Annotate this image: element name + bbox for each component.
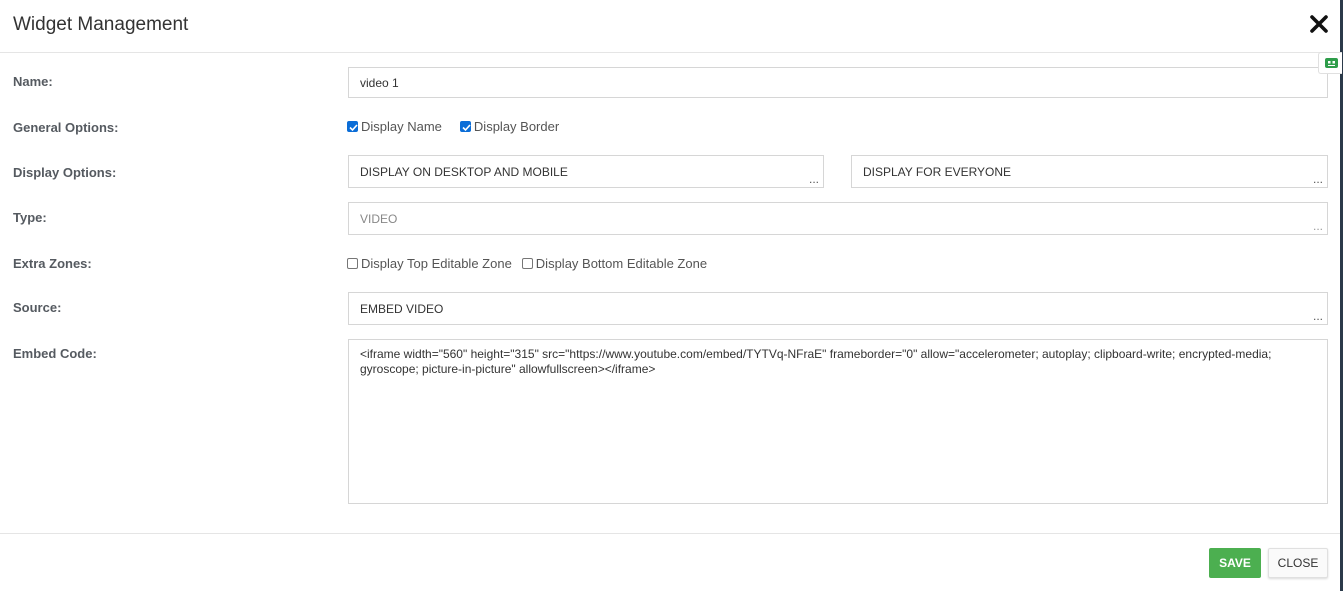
source-value: EMBED VIDEO — [360, 301, 444, 316]
extra-zones-label: Extra Zones: — [13, 256, 92, 271]
type-picker-button[interactable]: ... — [1313, 220, 1323, 232]
close-icon[interactable] — [1308, 13, 1330, 35]
device-display-picker-button[interactable]: ... — [809, 173, 819, 185]
embed-code-label: Embed Code: — [13, 346, 97, 361]
name-input[interactable]: video 1 — [348, 67, 1328, 98]
general-options-label: General Options: — [13, 120, 119, 135]
audience-display-select[interactable]: DISPLAY FOR EVERYONE ... — [851, 155, 1328, 188]
source-label: Source: — [13, 300, 62, 315]
source-select[interactable]: EMBED VIDEO ... — [348, 292, 1328, 325]
source-picker-button[interactable]: ... — [1313, 310, 1323, 322]
footer-divider — [0, 533, 1340, 534]
type-value: VIDEO — [360, 211, 398, 226]
general-options-group: Display Name Display Border — [347, 119, 569, 134]
extra-zones-group: Display Top Editable Zone Display Bottom… — [347, 256, 717, 271]
embed-code-textarea[interactable]: <iframe width="560" height="315" src="ht… — [348, 339, 1328, 504]
display-name-label: Display Name — [361, 119, 442, 134]
modal-title: Widget Management — [13, 14, 189, 35]
display-options-label: Display Options: — [13, 165, 117, 180]
display-border-checkbox[interactable] — [459, 121, 471, 132]
display-name-checkbox[interactable] — [347, 121, 358, 132]
top-editable-zone-checkbox[interactable] — [347, 258, 358, 269]
audience-display-picker-button[interactable]: ... — [1313, 173, 1323, 185]
widget-management-modal: Widget Management Name: video 1 General … — [0, 0, 1341, 591]
name-input-value: video 1 — [360, 75, 399, 90]
audience-display-value: DISPLAY FOR EVERYONE — [863, 164, 1012, 179]
type-label: Type: — [13, 210, 47, 225]
save-button[interactable]: SAVE — [1209, 548, 1261, 578]
top-editable-zone-label: Display Top Editable Zone — [361, 256, 512, 271]
robot-chat-icon[interactable] — [1318, 52, 1342, 74]
device-display-select[interactable]: DISPLAY ON DESKTOP AND MOBILE ... — [348, 155, 824, 188]
display-border-label: Display Border — [473, 119, 560, 134]
device-display-value: DISPLAY ON DESKTOP AND MOBILE — [360, 164, 568, 179]
type-select[interactable]: VIDEO ... — [348, 202, 1328, 235]
bottom-editable-zone-checkbox[interactable] — [521, 258, 533, 269]
bottom-editable-zone-label: Display Bottom Editable Zone — [535, 256, 708, 271]
modal-header: Widget Management — [0, 0, 1340, 53]
close-button[interactable]: CLOSE — [1268, 548, 1328, 578]
name-label: Name: — [13, 74, 53, 89]
